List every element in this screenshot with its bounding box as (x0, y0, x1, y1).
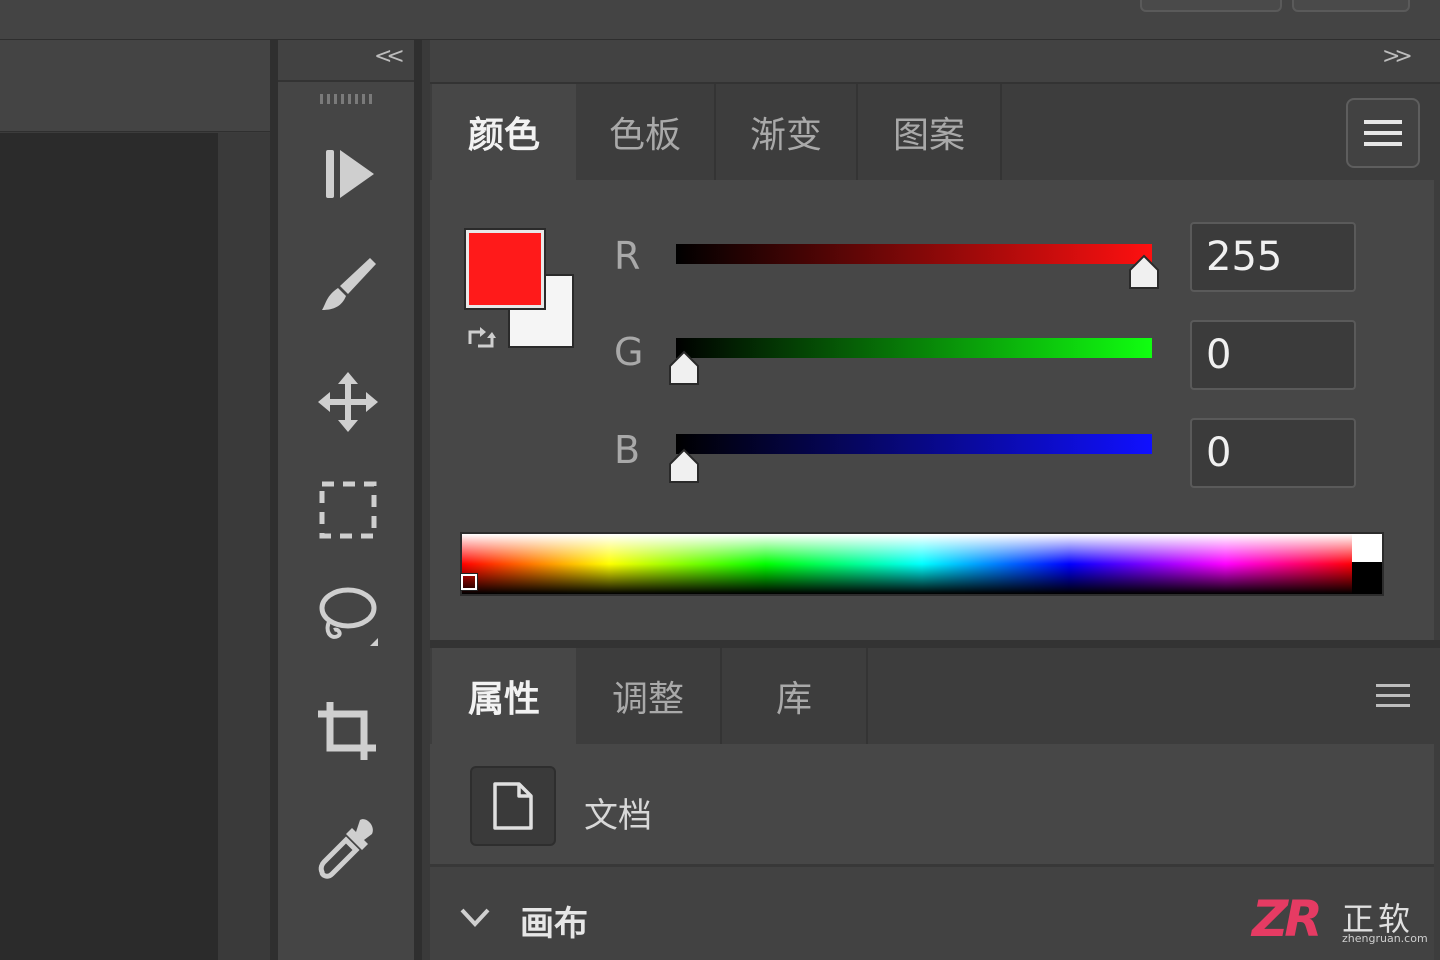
expand-panels-button[interactable]: >> (1382, 44, 1413, 69)
red-value-input[interactable]: 255 (1190, 222, 1356, 292)
tab-color[interactable]: 颜色 (432, 84, 576, 180)
green-slider-track[interactable] (676, 338, 1152, 358)
red-slider-track[interactable] (676, 244, 1152, 264)
tab-swatches[interactable]: 色板 (576, 84, 716, 180)
move-icon[interactable] (300, 360, 396, 444)
play-icon[interactable] (300, 132, 396, 216)
channel-label-r: R (614, 234, 641, 278)
green-value-input[interactable]: 0 (1190, 320, 1356, 390)
channel-label-b: B (614, 428, 641, 472)
panels-dock-header (430, 40, 1440, 84)
document-header (0, 40, 272, 132)
properties-panel-menu-button[interactable] (1376, 682, 1412, 712)
watermark-logo: ZR 正软 zhengruan.com (1252, 890, 1432, 950)
eyedropper-icon[interactable] (300, 806, 396, 890)
blue-slider-thumb[interactable] (668, 448, 700, 484)
top-button-1[interactable] (1140, 0, 1282, 12)
divider (270, 40, 278, 960)
watermark-logo-mark: ZR (1252, 890, 1323, 948)
green-slider-thumb[interactable] (668, 350, 700, 386)
tab-properties[interactable]: 属性 (432, 648, 576, 744)
document-icon (493, 782, 533, 830)
spectrum-black-swatch[interactable] (1352, 562, 1382, 594)
blue-value-input[interactable]: 0 (1190, 418, 1356, 488)
top-button-2[interactable] (1292, 0, 1410, 12)
hamburger-icon (1376, 684, 1410, 707)
document-label: 文档 (584, 796, 652, 836)
marquee-icon[interactable] (300, 468, 396, 552)
hamburger-icon (1364, 120, 1402, 146)
document-canvas[interactable] (0, 133, 218, 960)
toolbar-grip[interactable] (320, 94, 376, 104)
collapse-toolbar-button[interactable]: << (374, 44, 405, 69)
color-panel-menu-button[interactable] (1346, 98, 1420, 168)
spectrum-white-swatch[interactable] (1352, 534, 1382, 562)
swap-colors-icon[interactable] (466, 326, 496, 352)
spectrum-picker-marker (460, 573, 478, 591)
watermark-site: zhengruan.com (1342, 932, 1428, 945)
brush-icon[interactable] (300, 242, 396, 326)
red-slider-thumb[interactable] (1128, 254, 1160, 290)
document-scroll-column (218, 133, 272, 960)
channel-label-g: G (614, 330, 644, 374)
document-icon-button[interactable] (470, 766, 556, 846)
panel-divider (430, 640, 1440, 648)
foreground-color-swatch[interactable] (464, 228, 546, 310)
crop-icon[interactable] (300, 690, 396, 774)
tab-gradients[interactable]: 渐变 (716, 84, 858, 180)
canvas-section-label: 画布 (520, 904, 588, 944)
color-spectrum-ramp[interactable] (460, 532, 1384, 596)
lasso-icon[interactable] (300, 574, 396, 658)
tab-libraries[interactable]: 库 (722, 648, 868, 744)
tab-patterns[interactable]: 图案 (858, 84, 1002, 180)
tab-adjustments[interactable]: 调整 (576, 648, 722, 744)
blue-slider-track[interactable] (676, 434, 1152, 454)
chevron-down-icon[interactable] (458, 902, 492, 932)
